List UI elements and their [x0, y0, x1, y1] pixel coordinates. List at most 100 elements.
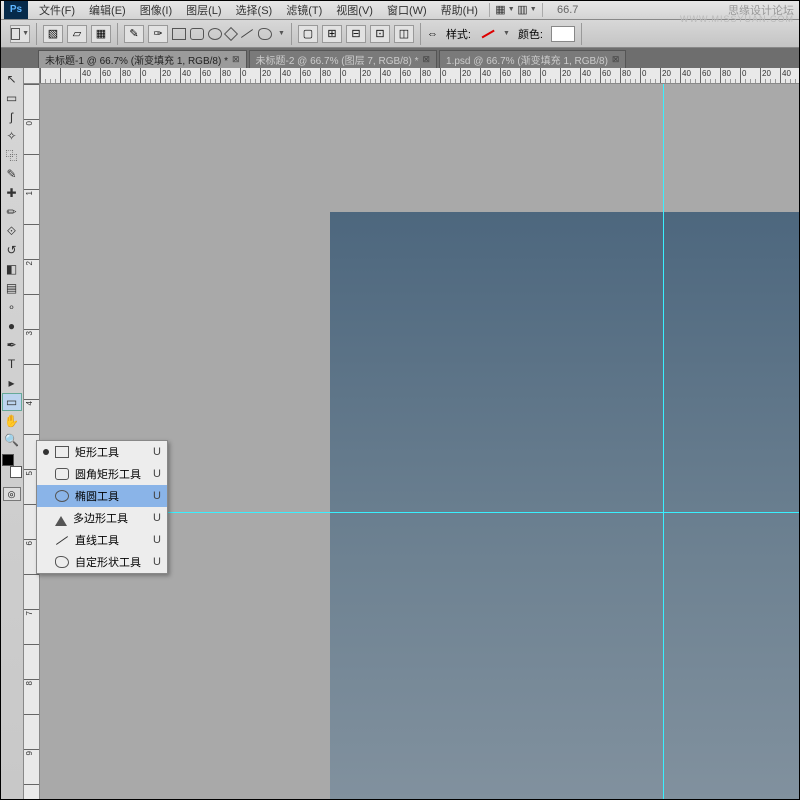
flyout-item[interactable]: 直线工具U	[37, 529, 167, 551]
eraser-tool[interactable]: ◧	[2, 260, 22, 278]
document-tab[interactable]: 1.psd @ 66.7% (渐变填充 1, RGB/8) ⊠	[439, 50, 626, 68]
hand-tool[interactable]: ✋	[2, 412, 22, 430]
horizontal-ruler[interactable]: 4060800204060800204060800204060800204060…	[40, 68, 800, 84]
stamp-tool[interactable]: ⟐	[2, 222, 22, 240]
style-label: 样式:	[442, 26, 475, 42]
app-logo: Ps	[4, 1, 28, 19]
pathop-subtract-icon[interactable]: ⊟	[346, 25, 366, 43]
quick-mask-button[interactable]: ◎	[3, 487, 21, 501]
tool-preset-button[interactable]: ▼	[10, 25, 30, 43]
line-icon	[56, 536, 68, 545]
magic-wand-tool[interactable]: ✧	[2, 127, 22, 145]
freeform-pen-icon[interactable]: ✑	[148, 25, 168, 43]
rectangle-icon[interactable]	[172, 28, 186, 40]
healing-tool[interactable]: ✚	[2, 184, 22, 202]
brush-tool[interactable]: ✏	[2, 203, 22, 221]
screenmode-icon[interactable]: ▥▼	[519, 3, 535, 17]
rr-icon	[55, 468, 69, 480]
document-tab[interactable]: 未标题-1 @ 66.7% (渐变填充 1, RGB/8) * ⊠	[38, 50, 247, 68]
flyout-label: 自定形状工具	[75, 554, 141, 570]
pathop-intersect-icon[interactable]: ⊡	[370, 25, 390, 43]
canvas-area: 4060800204060800204060800204060800204060…	[24, 68, 800, 800]
rounded-rectangle-icon[interactable]	[190, 28, 204, 40]
shortcut-key: U	[153, 446, 161, 458]
document-tab[interactable]: 未标题-2 @ 66.7% (图层 7, RGB/8) *⊠	[249, 50, 438, 68]
menu-item[interactable]: 视图(V)	[329, 0, 380, 20]
history-brush-tool[interactable]: ↺	[2, 241, 22, 259]
custom-shape-icon[interactable]	[258, 28, 272, 40]
pathop-exclude-icon[interactable]: ◫	[394, 25, 414, 43]
polygon-icon[interactable]	[224, 26, 238, 40]
flyout-item[interactable]: 自定形状工具 U	[37, 551, 167, 573]
menu-item[interactable]: 图层(L)	[179, 0, 228, 20]
pathop-new-icon[interactable]: ▢	[298, 25, 318, 43]
separator	[489, 3, 490, 17]
blur-tool[interactable]: ∘	[2, 298, 22, 316]
marquee-tool[interactable]: ▭	[2, 89, 22, 107]
move-tool[interactable]: ↖	[2, 70, 22, 88]
tab-label: 未标题-1 @ 66.7% (渐变填充 1, RGB/8) *	[45, 52, 228, 67]
close-icon[interactable]: ⊠	[612, 54, 620, 65]
ellipse-icon[interactable]	[208, 28, 222, 40]
flyout-item[interactable]: 椭圆工具 U	[37, 485, 167, 507]
shape-layers-button[interactable]: ▧	[43, 25, 63, 43]
foreground-background-swatch[interactable]	[2, 454, 22, 478]
pen-icon[interactable]: ✎	[124, 25, 144, 43]
menu-item[interactable]: 选择(S)	[229, 0, 280, 20]
vertical-guide[interactable]	[663, 84, 664, 800]
menu-item[interactable]: 窗口(W)	[380, 0, 434, 20]
menu-item[interactable]: 编辑(E)	[82, 0, 133, 20]
menu-item[interactable]: 文件(F)	[32, 0, 82, 20]
pathop-add-icon[interactable]: ⊞	[322, 25, 342, 43]
cust-icon	[55, 556, 69, 568]
flyout-item[interactable]: 圆角矩形工具 U	[37, 463, 167, 485]
flyout-item[interactable]: 矩形工具 U	[37, 441, 167, 463]
el-icon	[55, 490, 69, 502]
close-icon[interactable]: ⊠	[422, 54, 430, 65]
zoom-tool[interactable]: 🔍	[2, 431, 22, 449]
rect-icon	[55, 446, 69, 458]
tab-label: 1.psd @ 66.7% (渐变填充 1, RGB/8)	[446, 52, 608, 67]
workspace: ↖ ▭ ʃ ✧ ⿻ ✎ ✚ ✏ ⟐ ↺ ◧ ▤ ∘ ● ✒ T ▸ ▭ ✋ 🔍 …	[0, 68, 800, 800]
shortcut-key: U	[153, 468, 161, 480]
gradient-tool[interactable]: ▤	[2, 279, 22, 297]
ruler-origin[interactable]	[24, 68, 40, 84]
close-icon[interactable]: ⊠	[232, 54, 240, 65]
lasso-tool[interactable]: ʃ	[2, 108, 22, 126]
document-canvas[interactable]	[330, 212, 800, 800]
type-tool[interactable]: T	[2, 355, 22, 373]
paths-button[interactable]: ▱	[67, 25, 87, 43]
color-swatch[interactable]	[551, 26, 575, 42]
shape-tool[interactable]: ▭	[2, 393, 22, 411]
menu-item[interactable]: 滤镜(T)	[279, 0, 329, 20]
options-bar: ▼ ▧ ▱ ▦ ✎ ✑ ▼ ▢ ⊞ ⊟ ⊡ ◫ ⇔ 样式: ▼ 颜色:	[0, 20, 800, 48]
flyout-label: 矩形工具	[75, 444, 119, 460]
arrange-icon[interactable]: ▦▼	[497, 3, 513, 17]
line-icon[interactable]	[241, 29, 253, 38]
separator	[542, 3, 543, 17]
shape-tool-flyout: 矩形工具 U 圆角矩形工具 U 椭圆工具 U 多边形工具 U 直线工具U 自定形状工具 U	[36, 440, 168, 574]
dodge-tool[interactable]: ●	[2, 317, 22, 335]
watermark-url: WWW.MISSYUAN.COM	[680, 14, 794, 24]
crop-tool[interactable]: ⿻	[2, 146, 22, 164]
poly-icon	[55, 510, 67, 526]
shape-options-caret[interactable]: ▼	[278, 30, 285, 37]
zoom-readout: 66.7	[557, 4, 578, 16]
flyout-label: 多边形工具	[73, 510, 128, 526]
style-swatch[interactable]	[479, 26, 497, 42]
pen-tool[interactable]: ✒	[2, 336, 22, 354]
document-tab-bar: 未标题-1 @ 66.7% (渐变填充 1, RGB/8) *⊠未标题-2 @ …	[0, 48, 800, 68]
eyedropper-tool[interactable]: ✎	[2, 165, 22, 183]
flyout-label: 椭圆工具	[75, 488, 119, 504]
menu-item[interactable]: 图像(I)	[133, 0, 179, 20]
shortcut-key: U	[153, 490, 161, 502]
flyout-label: 圆角矩形工具	[75, 466, 141, 482]
shortcut-key: U	[153, 556, 161, 568]
flyout-item[interactable]: 多边形工具 U	[37, 507, 167, 529]
menu-item[interactable]: 帮助(H)	[434, 0, 485, 20]
shortcut-key: U	[153, 512, 161, 524]
path-select-tool[interactable]: ▸	[2, 374, 22, 392]
current-indicator-icon	[43, 449, 49, 455]
fill-pixels-button[interactable]: ▦	[91, 25, 111, 43]
link-icon[interactable]: ⇔	[427, 28, 438, 40]
